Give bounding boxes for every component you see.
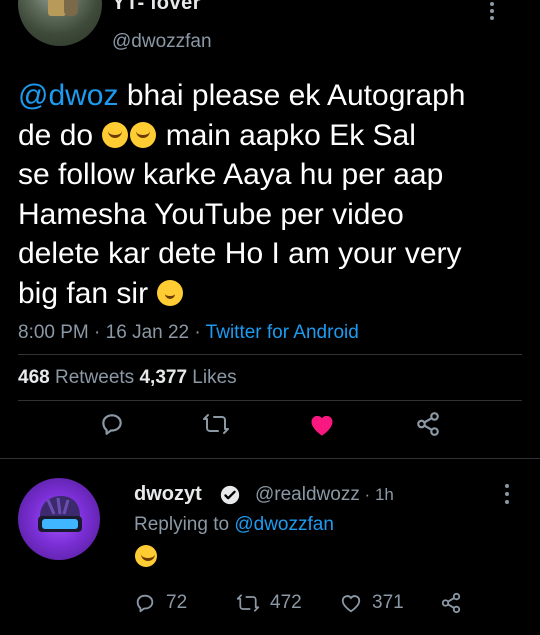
reply-icon: [136, 594, 154, 613]
reply-icon[interactable]: [92, 404, 132, 444]
tweet-text-line1: bhai please ek Autograph: [118, 79, 466, 112]
share-icon[interactable]: [408, 404, 448, 444]
tweet-text-line3: se follow karke Aaya hu per aap: [18, 158, 444, 191]
helmet-icon: [38, 496, 82, 532]
reply-author-name[interactable]: dwozyt: [134, 483, 202, 506]
author-avatar[interactable]: [18, 0, 102, 46]
retweet-icon: [236, 594, 260, 612]
tweet-time: 8:00 PM: [18, 322, 89, 343]
reply-reply-button[interactable]: 72: [134, 589, 187, 617]
reply-retweet-button[interactable]: 472: [236, 589, 302, 617]
replying-to-mention[interactable]: @dwozzfan: [234, 514, 334, 535]
laughing-crying-emoji-icon: [130, 121, 157, 148]
mention-link[interactable]: @dwoz: [18, 79, 119, 112]
more-icon[interactable]: [485, 0, 499, 22]
reply-author-avatar[interactable]: [18, 478, 100, 560]
tweet-meta: 8:00 PM · 16 Jan 22 · Twitter for Androi…: [18, 322, 359, 343]
reply-author-handle-and-time: @realdwozz · 1h: [255, 484, 394, 505]
share-icon: [441, 592, 461, 614]
tweet-text-line2b: main aapko Ek Sal: [157, 118, 416, 152]
like-icon: [341, 595, 361, 613]
author-handle[interactable]: @dwozzfan: [112, 31, 212, 53]
reply-retweet-count: 472: [270, 592, 302, 613]
reply-like-button[interactable]: 371: [340, 589, 404, 617]
likes-count[interactable]: 4,377: [139, 367, 187, 388]
tweet-stats: 468 Retweets 4,377 Likes: [18, 367, 237, 389]
tweet-text-line4: Hamesha YouTube per video: [18, 197, 404, 231]
author-name[interactable]: YT- lover: [112, 0, 201, 15]
tweet-text-line5: delete kar dete Ho I am your very: [18, 237, 462, 270]
divider: [18, 354, 522, 355]
reply-time: 1h: [374, 485, 394, 504]
retweets-label[interactable]: Retweets: [55, 367, 134, 388]
reply-like-count: 371: [372, 592, 404, 613]
like-icon[interactable]: [302, 404, 342, 444]
likes-label[interactable]: Likes: [192, 367, 236, 388]
retweet-icon[interactable]: [196, 404, 236, 444]
laughing-crying-emoji-icon: [102, 121, 129, 148]
tweet-text-line6: big fan sir: [18, 276, 157, 310]
replying-prefix: Replying to: [134, 514, 230, 535]
divider: [18, 400, 522, 401]
retweets-count[interactable]: 468: [18, 367, 50, 388]
tweet-body: @dwoz bhai please ek Autograph de do mai…: [18, 76, 528, 313]
reply-share-button[interactable]: [440, 589, 462, 617]
tweet-source[interactable]: Twitter for Android: [206, 322, 359, 343]
section-separator: [0, 458, 540, 459]
replying-to-line: Replying to @dwozzfan: [134, 514, 334, 536]
tweet-text-line2a: de do: [18, 118, 102, 152]
avatar-figure-2: [64, 0, 78, 16]
sneezing-emoji-icon: [157, 279, 184, 306]
reply-author-handle[interactable]: @realdwozz: [255, 484, 360, 505]
tweet-date: 16 Jan 22: [105, 322, 190, 343]
reply-count: 72: [166, 592, 188, 613]
more-icon[interactable]: [500, 482, 514, 506]
verified-icon: [219, 484, 241, 511]
rofl-emoji-icon: [134, 545, 158, 569]
